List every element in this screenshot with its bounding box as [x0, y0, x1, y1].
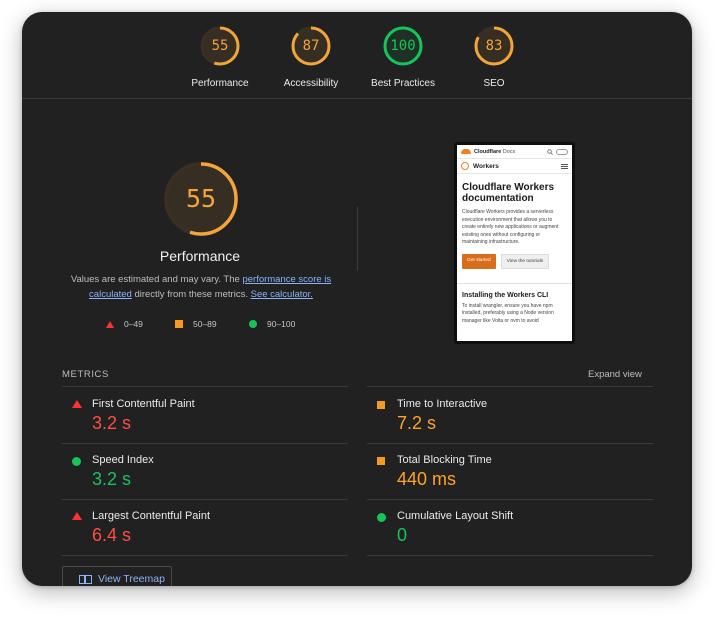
gauge-label: Best Practices: [371, 78, 435, 89]
orange-square-icon: [175, 320, 183, 328]
search-icon: [547, 148, 553, 155]
legend-average: 50–89: [175, 317, 217, 331]
treemap-icon: [79, 574, 92, 584]
metrics-divider: [62, 499, 348, 500]
gauge-ring: 55: [200, 26, 240, 66]
preview-brand-suffix: Docs: [502, 148, 516, 155]
preview-section-bar: Workers: [457, 159, 572, 174]
preview-install-text: To install wrangler, ensure you have npm…: [462, 302, 554, 324]
red-triangle-icon: [72, 512, 82, 520]
workers-logo-icon: [461, 162, 469, 170]
legend-label: 0–49: [124, 319, 143, 329]
performance-score: 55: [185, 184, 217, 213]
metrics-divider: [62, 555, 348, 556]
orange-square-icon: [377, 457, 385, 465]
metric-label: Time to Interactive: [397, 398, 488, 410]
hamburger-menu-icon: [561, 163, 568, 169]
performance-gauge-large: 55: [164, 162, 238, 236]
preview-get-started-button: Get started: [462, 253, 496, 269]
metric-label: Largest Contentful Paint: [92, 510, 211, 522]
gauge-accessibility[interactable]: 87 Accessibility: [261, 26, 361, 89]
orange-square-icon: [377, 401, 385, 409]
theme-toggle-icon: [556, 148, 568, 155]
gauge-score: 100: [390, 38, 416, 54]
metric-value: 3.2 s: [92, 469, 132, 489]
metric-value: 0: [397, 525, 408, 545]
preview-brand-name: Cloudflare: [474, 148, 502, 155]
metric-value: 3.2 s: [92, 413, 132, 433]
gauge-performance[interactable]: 55 Performance: [170, 26, 270, 89]
metrics-divider: [367, 386, 653, 387]
metrics-title: METRICS: [62, 369, 109, 380]
preview-topbar-controls: [547, 148, 568, 155]
legend-pass: 90–100: [249, 317, 295, 331]
preview-brand: Cloudflare Docs: [474, 149, 515, 155]
metric-label: First Contentful Paint: [92, 398, 195, 410]
gauge-score: 87: [302, 38, 320, 54]
gauge-label: Accessibility: [283, 78, 339, 89]
calculator-link[interactable]: See calculator.: [251, 289, 313, 300]
gauge-score: 55: [211, 38, 229, 54]
metric-label: Cumulative Layout Shift: [397, 510, 514, 522]
vertical-divider: [357, 207, 358, 271]
preview-tutorials-button: View the tutorials: [500, 253, 550, 269]
preview-buttons: Get started View the tutorials: [457, 247, 572, 269]
preview-section: Workers: [473, 162, 499, 170]
metric-value: 6.4 s: [92, 525, 132, 545]
preview-subheading: Installing the Workers CLI: [462, 291, 549, 299]
legend-label: 90–100: [267, 319, 296, 329]
green-circle-icon: [249, 320, 257, 328]
preview-intro: Cloudflare Workers provides a serverless…: [462, 209, 559, 245]
metrics-divider: [367, 555, 653, 556]
header-divider: [22, 98, 692, 99]
metric-value: 440 ms: [397, 469, 457, 489]
gauge-label: SEO: [483, 78, 505, 89]
lighthouse-report-card: 55 Performance 87 Accessibility 100 Best…: [22, 12, 692, 586]
page-screenshot-thumbnail[interactable]: Cloudflare Docs Workers Cloudflare Worke…: [454, 142, 575, 344]
metrics-divider: [62, 443, 348, 444]
gauge-best-practices[interactable]: 100 Best Practices: [353, 26, 453, 89]
metric-label: Speed Index: [92, 454, 154, 466]
green-circle-icon: [72, 457, 81, 466]
legend-fail: 0–49: [106, 317, 143, 331]
view-treemap-button[interactable]: View Treemap: [62, 566, 172, 586]
metrics-divider: [62, 386, 348, 387]
performance-title: Performance: [159, 248, 241, 264]
gauge-ring: 87: [291, 26, 331, 66]
metric-label: Total Blocking Time: [397, 454, 492, 466]
cloudflare-logo-icon: [461, 149, 471, 154]
gauge-score: 83: [485, 38, 503, 54]
description-text: directly from these metrics.: [131, 289, 251, 300]
green-circle-icon: [377, 513, 386, 522]
red-triangle-icon: [106, 320, 114, 328]
metric-value: 7.2 s: [397, 413, 437, 433]
description-text: Values are estimated and may vary. The: [70, 274, 243, 285]
red-triangle-icon: [72, 400, 82, 408]
gauge-label: Performance: [191, 78, 249, 89]
metrics-divider: [367, 499, 653, 500]
view-treemap-label: View Treemap: [98, 573, 165, 585]
metrics-divider: [367, 443, 653, 444]
preview-heading: Cloudflare Workers documentation: [462, 182, 555, 204]
gauge-seo[interactable]: 83 SEO: [444, 26, 544, 89]
gauge-ring: 83: [474, 26, 514, 66]
legend-label: 50–89: [193, 319, 217, 329]
expand-view-toggle[interactable]: Expand view: [588, 369, 642, 380]
performance-description: Values are estimated and may vary. The p…: [70, 272, 332, 302]
gauge-ring: 100: [383, 26, 423, 66]
preview-topbar: Cloudflare Docs: [457, 145, 572, 159]
